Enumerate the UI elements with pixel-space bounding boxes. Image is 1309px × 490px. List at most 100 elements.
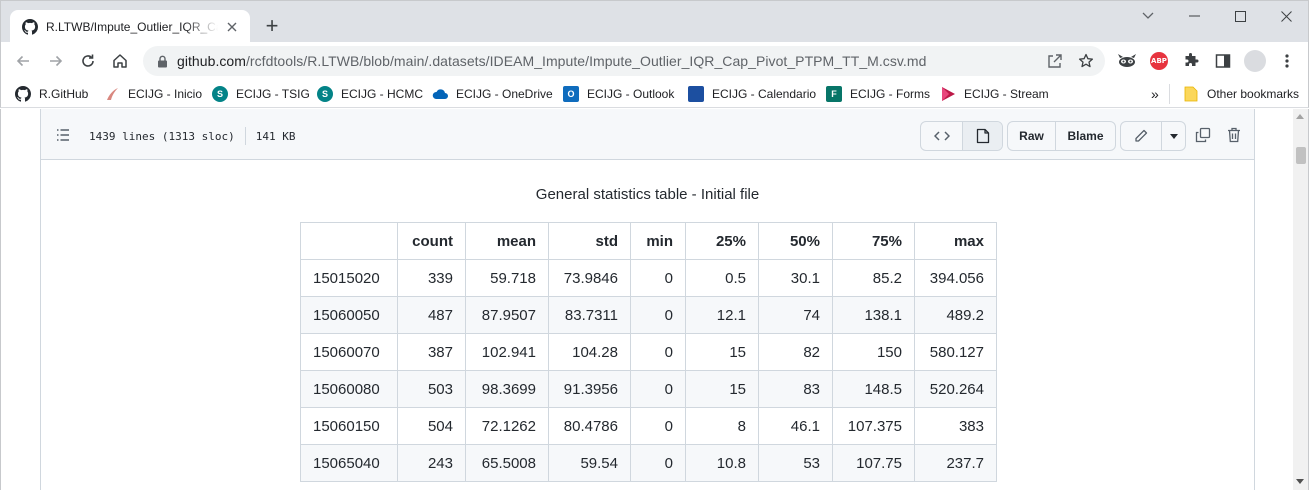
edit-button[interactable] bbox=[1121, 122, 1161, 150]
table-cell: 59.718 bbox=[465, 259, 549, 297]
bookmark-item[interactable]: ECIJG - Stream bbox=[940, 84, 1049, 104]
table-row: 15065040 243 65.5008 59.54 0 10.8 53 107… bbox=[300, 444, 997, 482]
bookmark-item[interactable]: F ECIJG - Forms bbox=[826, 84, 930, 104]
extension-raccoon-icon[interactable] bbox=[1115, 49, 1139, 73]
raw-button[interactable]: Raw bbox=[1008, 122, 1055, 150]
scroll-down-arrow-icon[interactable] bbox=[1296, 479, 1304, 484]
bookmark-item[interactable]: S ECIJG - HCMC bbox=[317, 84, 423, 104]
table-cell: 0.5 bbox=[685, 259, 759, 297]
table-cell: 8 bbox=[685, 407, 759, 445]
row-label: 15060070 bbox=[300, 333, 398, 371]
list-icon[interactable] bbox=[55, 127, 71, 143]
column-header: std bbox=[548, 222, 631, 260]
bookmark-label: ECIJG - OneDrive bbox=[456, 87, 553, 101]
url-host: github.com bbox=[177, 53, 246, 69]
forms-icon: F bbox=[826, 86, 842, 102]
table-cell: 138.1 bbox=[832, 296, 915, 334]
vertical-scrollbar[interactable] bbox=[1293, 109, 1308, 490]
browser-toolbar: github.com/rcfdtools/R.LTWB/blob/main/.d… bbox=[0, 42, 1309, 80]
table-cell: 387 bbox=[397, 333, 466, 371]
table-cell: 148.5 bbox=[832, 370, 915, 408]
tab-search-chevron-icon[interactable] bbox=[1125, 1, 1171, 31]
caret-down-icon bbox=[1169, 133, 1178, 139]
new-tab-button[interactable]: + bbox=[259, 13, 285, 39]
blame-button[interactable]: Blame bbox=[1055, 122, 1115, 150]
table-row: 15060050 487 87.9507 83.7311 0 12.1 74 1… bbox=[300, 296, 997, 334]
bookmark-star-icon[interactable] bbox=[1073, 48, 1099, 74]
onedrive-icon bbox=[432, 86, 448, 102]
profile-avatar[interactable] bbox=[1243, 49, 1267, 73]
table-caption: General statistics table - Initial file bbox=[535, 186, 760, 203]
table-cell: 12.1 bbox=[685, 296, 759, 334]
edit-group bbox=[1120, 121, 1186, 151]
table-cell: 85.2 bbox=[832, 259, 915, 297]
bookmark-item[interactable]: ECIJG - Calendario bbox=[688, 84, 816, 104]
browser-tab[interactable]: R.LTWB/Impute_Outlier_IQR_Cap_Pivot_PTPM… bbox=[10, 10, 250, 43]
trash-icon[interactable] bbox=[1222, 123, 1246, 147]
edit-dropdown-button[interactable] bbox=[1161, 122, 1185, 150]
column-header: 75% bbox=[832, 222, 915, 260]
bookmark-item[interactable]: ECIJG - OneDrive bbox=[432, 84, 553, 104]
table-cell: 65.5008 bbox=[465, 444, 549, 482]
maximize-icon[interactable] bbox=[1217, 1, 1263, 31]
table-cell: 339 bbox=[397, 259, 466, 297]
table-cell: 102.941 bbox=[465, 333, 549, 371]
forward-arrow-icon[interactable] bbox=[42, 47, 70, 75]
table-cell: 59.54 bbox=[548, 444, 631, 482]
reload-icon[interactable] bbox=[74, 47, 102, 75]
table-cell: 30.1 bbox=[758, 259, 833, 297]
other-bookmarks[interactable]: Other bookmarks bbox=[1183, 84, 1299, 104]
file-view: 1439 lines (1313 sloc) 141 KB Raw Blame bbox=[40, 109, 1255, 490]
bookmarks-divider bbox=[1169, 84, 1170, 104]
bookmark-item[interactable]: S ECIJG - TSIG bbox=[212, 84, 310, 104]
minimize-icon[interactable] bbox=[1171, 1, 1217, 31]
table-cell: 87.9507 bbox=[465, 296, 549, 334]
abp-label: ABP bbox=[1150, 52, 1168, 70]
extensions-puzzle-icon[interactable] bbox=[1179, 49, 1203, 73]
scroll-up-arrow-icon[interactable] bbox=[1296, 114, 1304, 119]
table-row: 15060150 504 72.1262 80.4786 0 8 46.1 10… bbox=[300, 407, 997, 445]
bookmark-item[interactable]: ECIJG - Inicio bbox=[104, 84, 202, 104]
file-icon bbox=[976, 128, 989, 144]
bookmark-item[interactable]: O ECIJG - Outlook bbox=[563, 84, 674, 104]
scrollbar-thumb[interactable] bbox=[1296, 147, 1306, 164]
table-cell: 104.28 bbox=[548, 333, 631, 371]
address-bar[interactable]: github.com/rcfdtools/R.LTWB/blob/main/.d… bbox=[143, 46, 1105, 76]
home-icon[interactable] bbox=[106, 47, 134, 75]
column-header: min bbox=[630, 222, 686, 260]
lock-icon[interactable] bbox=[155, 54, 169, 68]
stream-icon bbox=[940, 86, 956, 102]
table-cell: 53 bbox=[758, 444, 833, 482]
table-cell: 83.7311 bbox=[548, 296, 631, 334]
table-cell: 383 bbox=[914, 407, 997, 445]
share-icon[interactable] bbox=[1042, 48, 1068, 74]
file-meta: 1439 lines (1313 sloc) 141 KB bbox=[89, 127, 295, 145]
table-cell: 150 bbox=[832, 333, 915, 371]
table-cell: 74 bbox=[758, 296, 833, 334]
table-cell: 520.264 bbox=[914, 370, 997, 408]
bookmark-item[interactable]: R.GitHub bbox=[15, 84, 88, 104]
bookmarks-overflow-button[interactable]: » bbox=[1151, 84, 1159, 104]
adblock-plus-icon[interactable]: ABP bbox=[1147, 49, 1171, 73]
table-cell: 10.8 bbox=[685, 444, 759, 482]
column-header bbox=[300, 222, 398, 260]
url-text[interactable]: github.com/rcfdtools/R.LTWB/blob/main/.d… bbox=[177, 53, 926, 69]
ecijg-logo-icon bbox=[104, 86, 120, 102]
kebab-menu-icon[interactable] bbox=[1275, 49, 1299, 73]
window-close-icon[interactable] bbox=[1263, 1, 1309, 31]
copy-icon[interactable] bbox=[1191, 123, 1215, 147]
table-cell: 394.056 bbox=[914, 259, 997, 297]
table-cell: 0 bbox=[630, 407, 686, 445]
side-panel-icon[interactable] bbox=[1211, 49, 1235, 73]
back-arrow-icon[interactable] bbox=[9, 47, 37, 75]
bookmark-label: ECIJG - Stream bbox=[964, 87, 1049, 101]
row-label: 15065040 bbox=[300, 444, 398, 482]
preview-button[interactable] bbox=[962, 122, 1002, 150]
tab-close-icon[interactable] bbox=[224, 19, 240, 35]
bookmark-label: ECIJG - Forms bbox=[850, 87, 930, 101]
code-view-button[interactable] bbox=[921, 122, 962, 150]
table-cell: 15 bbox=[685, 333, 759, 371]
row-label: 15060050 bbox=[300, 296, 398, 334]
table-cell: 107.75 bbox=[832, 444, 915, 482]
table-cell: 91.3956 bbox=[548, 370, 631, 408]
